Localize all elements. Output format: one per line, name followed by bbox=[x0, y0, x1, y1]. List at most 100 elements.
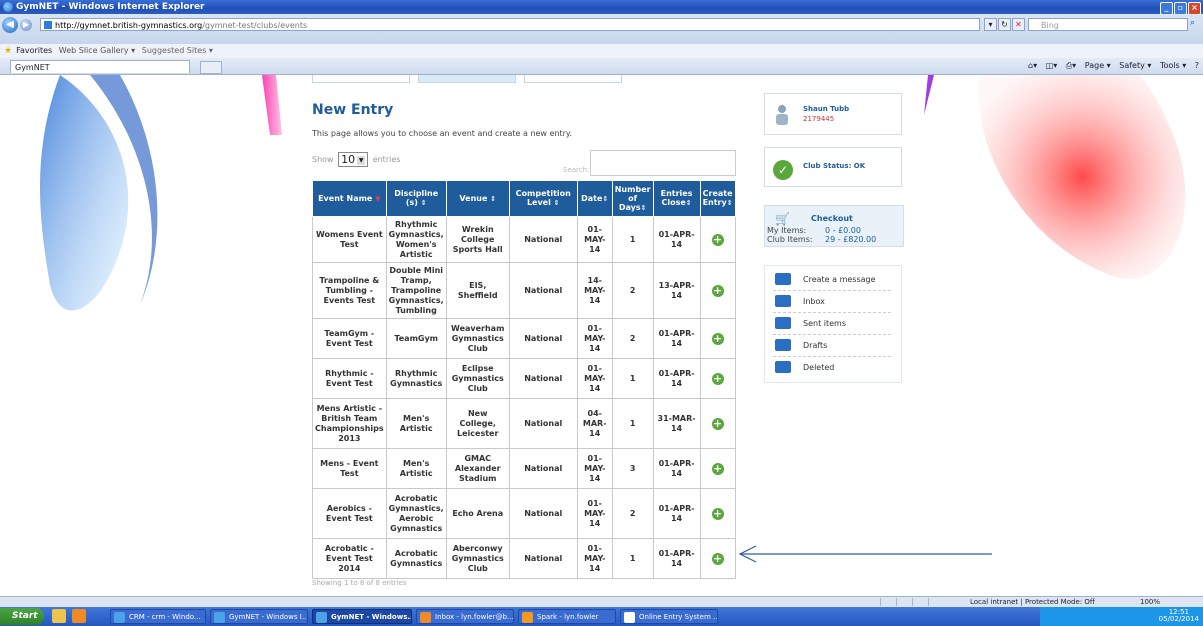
print-icon[interactable]: ⎙▾ bbox=[1066, 61, 1076, 70]
cell-venue: Eclipse Gymnastics Club bbox=[445, 358, 510, 399]
cell-level: National bbox=[508, 358, 578, 399]
cell-discipline: Double Mini Tramp, Trampoline Gymnastics… bbox=[385, 262, 447, 319]
user-name[interactable]: Shaun Tubb bbox=[803, 105, 849, 113]
cell-date: 01-MAY-14 bbox=[576, 318, 613, 359]
taskbar-item[interactable]: CRM - crm - Windo... bbox=[110, 609, 206, 624]
entries-label: entries bbox=[372, 155, 401, 164]
cell-date: 01-MAY-14 bbox=[576, 488, 613, 539]
menu-tab-3[interactable] bbox=[524, 75, 622, 83]
taskbar-item[interactable]: GymNET - Windows I... bbox=[210, 609, 308, 624]
col-header-entries-close[interactable]: Entries Close⇕ bbox=[652, 180, 701, 217]
window-controls: _ ▫ × bbox=[1159, 1, 1201, 15]
col-header-date[interactable]: Date⇕ bbox=[576, 180, 613, 217]
favorites-label[interactable]: Favorites bbox=[16, 46, 52, 55]
start-button[interactable]: Start bbox=[0, 608, 44, 625]
club-items-value: 29 - £820.00 bbox=[825, 235, 877, 244]
menu-tab-1[interactable] bbox=[312, 75, 410, 83]
stop-icon[interactable]: ✕ bbox=[1012, 18, 1025, 31]
checkout-panel: 🛒 Checkout My Items: 0 - £0.00 Club Item… bbox=[764, 205, 904, 247]
table-search-input[interactable] bbox=[590, 150, 736, 176]
drafts-item[interactable]: Drafts bbox=[773, 336, 891, 357]
add-entry-icon[interactable]: + bbox=[711, 284, 724, 297]
favorites-star-icon[interactable]: ★ bbox=[4, 46, 12, 56]
taskbar-item[interactable]: Inbox - lyn.fowler@b... bbox=[416, 609, 514, 624]
app-icon[interactable] bbox=[72, 609, 86, 623]
table-info: Showing 1 to 8 of 8 entries bbox=[312, 579, 407, 587]
cell-entries-close: 01-APR-14 bbox=[652, 488, 701, 539]
deleted-item[interactable]: Deleted bbox=[773, 358, 891, 378]
annotation-arrow bbox=[738, 545, 992, 563]
cell-discipline: Acrobatic Gymnastics bbox=[385, 538, 447, 579]
folder-icon[interactable] bbox=[52, 609, 66, 623]
add-entry-icon[interactable]: + bbox=[711, 332, 724, 345]
sent-items-item[interactable]: Sent items bbox=[773, 314, 891, 335]
page-size-select[interactable]: 10 ▼ bbox=[338, 152, 369, 167]
dropdown-arrow-icon: ▼ bbox=[357, 155, 366, 165]
taskbar-item[interactable]: Online Entry System ... bbox=[620, 609, 718, 624]
messages-panel: Create a message Inbox Sent items Drafts… bbox=[764, 265, 902, 383]
search-icon[interactable]: ⌕ bbox=[1190, 18, 1201, 31]
col-header-competition-level[interactable]: Competition Level ⇕ bbox=[508, 180, 578, 217]
cell-level: National bbox=[508, 262, 578, 319]
cell-event-name: Acrobatic - Event Test 2014 bbox=[312, 538, 387, 579]
add-entry-icon[interactable]: + bbox=[711, 372, 724, 385]
col-header-discipline[interactable]: Discipline (s) ⇕ bbox=[385, 180, 447, 217]
taskbar-item-active[interactable]: GymNET - Windows... bbox=[312, 609, 412, 624]
my-items-label: My Items: bbox=[767, 226, 807, 235]
cell-days: 2 bbox=[611, 488, 654, 539]
cell-create-entry: + bbox=[699, 448, 736, 489]
ie-icon bbox=[114, 612, 125, 623]
cell-venue: Weaverham Gymnastics Club bbox=[445, 318, 510, 359]
compose-icon bbox=[775, 273, 791, 285]
cell-date: 01-MAY-14 bbox=[576, 216, 613, 263]
safety-menu[interactable]: Safety ▾ bbox=[1119, 61, 1151, 70]
checkout-link[interactable]: Checkout bbox=[811, 214, 853, 223]
table-row: Trampoline & Tumbling - Events Test Doubl… bbox=[312, 262, 736, 319]
cart-icon: 🛒 bbox=[775, 212, 790, 226]
tools-menu[interactable]: Tools ▾ bbox=[1160, 61, 1186, 70]
events-table: Event Name ▼ Discipline (s) ⇕ Venue ⇕ Co… bbox=[312, 180, 736, 579]
add-entry-icon[interactable]: + bbox=[711, 417, 724, 430]
cell-date: 01-MAY-14 bbox=[576, 358, 613, 399]
club-items-label: Club Items: bbox=[767, 235, 813, 244]
home-icon[interactable]: ⌂▾ bbox=[1028, 61, 1037, 70]
add-entry-icon[interactable]: + bbox=[711, 233, 724, 246]
url-field[interactable]: http://gymnet.british-gymnastics.org/gym… bbox=[40, 18, 980, 31]
page-title: New Entry bbox=[312, 102, 394, 118]
menu-tab-2-active[interactable] bbox=[418, 75, 516, 83]
back-button[interactable]: ◀ bbox=[2, 17, 18, 33]
new-tab-button[interactable] bbox=[200, 61, 222, 74]
window-titlebar: GymNET - Windows Internet Explorer _ ▫ × bbox=[0, 0, 1203, 15]
table-search-label: Search: bbox=[563, 166, 590, 174]
zoom-level[interactable]: 100% bbox=[1140, 597, 1160, 607]
club-status-panel: ✓ Club Status: OK bbox=[764, 147, 902, 187]
col-header-create-entry[interactable]: Create Entry⇕ bbox=[699, 180, 736, 217]
taskbar-item[interactable]: Spark - lyn.fowler bbox=[518, 609, 616, 624]
add-entry-icon[interactable]: + bbox=[711, 552, 724, 565]
cell-entries-close: 13-APR-14 bbox=[652, 262, 701, 319]
inbox-item[interactable]: Inbox bbox=[773, 292, 891, 313]
cell-entries-close: 01-APR-14 bbox=[652, 538, 701, 579]
help-icon[interactable]: ? bbox=[1195, 61, 1199, 70]
cell-level: National bbox=[508, 538, 578, 579]
forward-button[interactable]: ▶ bbox=[20, 19, 32, 31]
add-entry-icon[interactable]: + bbox=[711, 507, 724, 520]
refresh-icon[interactable]: ↻ bbox=[998, 18, 1011, 31]
cell-event-name: TeamGym - Event Test bbox=[312, 318, 387, 359]
compat-dropdown-icon[interactable]: ▾ bbox=[984, 18, 997, 31]
search-input[interactable]: Bing bbox=[1028, 18, 1188, 31]
cell-discipline: Acrobatic Gymnastics, Aerobic Gymnastics bbox=[385, 488, 447, 539]
feeds-icon[interactable]: ◫▾ bbox=[1046, 61, 1058, 70]
suggested-sites-link[interactable]: Suggested Sites ▾ bbox=[142, 46, 213, 55]
web-slice-gallery-link[interactable]: Web Slice Gallery ▾ bbox=[59, 46, 135, 55]
add-entry-icon[interactable]: + bbox=[711, 462, 724, 475]
table-row: Mens - Event Test Men's Artistic GMAC Alex… bbox=[312, 448, 736, 489]
create-message-item[interactable]: Create a message bbox=[773, 270, 891, 291]
col-header-number-of-days[interactable]: Number of Days⇕ bbox=[611, 180, 654, 217]
clock[interactable]: 12:51 05/02/2014 bbox=[1159, 609, 1199, 623]
col-header-event-name[interactable]: Event Name ▼ bbox=[312, 180, 387, 217]
page-menu[interactable]: Page ▾ bbox=[1085, 61, 1111, 70]
col-header-venue[interactable]: Venue ⇕ bbox=[445, 180, 510, 217]
window-title: GymNET - Windows Internet Explorer bbox=[16, 2, 205, 12]
tab-gymnet[interactable]: GymNET bbox=[10, 60, 190, 73]
